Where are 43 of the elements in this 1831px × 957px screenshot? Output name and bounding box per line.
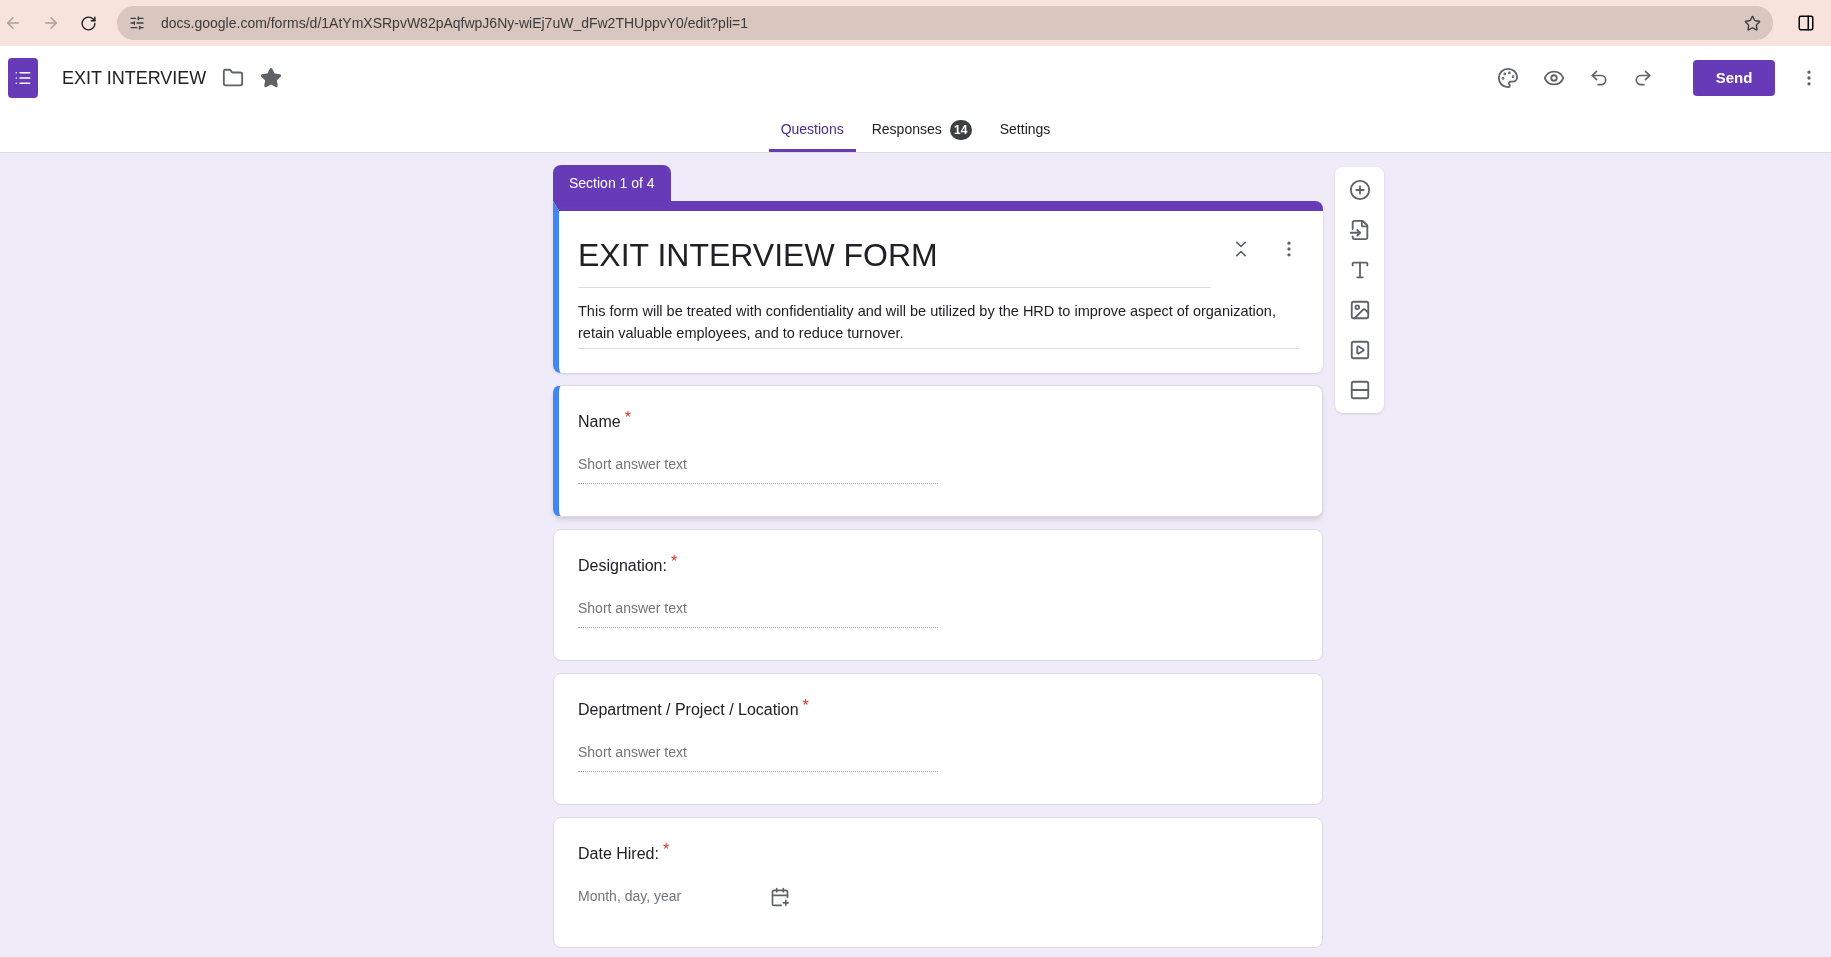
question-card[interactable]: Name * Short answer text [553,385,1323,517]
tab[interactable]: Questions [768,110,856,152]
form-description[interactable]: This form will be treated with confidentiality and will be utilized by the HRD to improve aspect of organization, retain valuable employees, and to reduce turnover. [578,300,1299,349]
send-button[interactable]: Send [1693,60,1775,96]
form-header-card[interactable]: EXIT INTERVIEW FORM This form will be treated with confidentiality and will be utilized by the HRD to improve aspect of organization, retain valuable employees, and to reduce turnover. [553,201,1323,373]
question-card[interactable]: Department / Project / Location * Short answer text [553,673,1323,805]
folder-icon[interactable] [222,67,245,89]
short-answer-field[interactable]: Short answer text [578,454,938,484]
address-bar[interactable]: docs.google.com/forms/d/1AtYmXSRpvW82pAqfwpJ6Ny-wiEj7uW_dFw2THUppvY0/edit?pli=1 [117,6,1773,40]
date-field[interactable]: Month, day, year [578,886,738,915]
form-title[interactable]: EXIT INTERVIEW FORM [578,231,1211,288]
site-settings-icon[interactable] [129,15,145,31]
add-video-icon[interactable] [1348,339,1371,361]
import-questions-icon[interactable] [1348,219,1371,241]
question-label: Department / Project / Location [578,700,799,720]
bookmark-star-icon[interactable] [1744,14,1761,32]
calendar-icon[interactable] [770,886,790,907]
required-asterisk: * [670,554,678,570]
reload-icon[interactable] [80,14,97,32]
palette-icon[interactable] [1497,67,1519,89]
question-card[interactable]: Date Hired: * Month, day, year [553,817,1323,948]
tab[interactable]: Responses 14 [859,110,984,152]
add-question-icon[interactable] [1348,179,1371,201]
required-asterisk: * [662,842,670,858]
count-badge: 14 [949,119,972,140]
add-section-icon[interactable] [1348,379,1371,401]
star-icon[interactable] [260,67,283,89]
undo-icon[interactable] [1589,68,1609,88]
question-label: Date Hired: [578,844,659,864]
question-card[interactable]: Designation: * Short answer text [553,529,1323,661]
url-text: docs.google.com/forms/d/1AtYmXSRpvW82pAqfwpJ6Ny-wiEj7uW_dFw2THUppvY0/edit?pli=1 [161,13,749,33]
short-answer-field[interactable]: Short answer text [578,742,938,772]
short-answer-field[interactable]: Short answer text [578,598,938,628]
required-asterisk: * [802,698,809,714]
required-asterisk: * [624,410,631,426]
redo-icon[interactable] [1633,68,1653,88]
question-label: Name [578,412,621,432]
document-title[interactable]: EXIT INTERVIEW [62,64,207,92]
question-label: Designation: [578,556,667,576]
forms-logo-icon [8,58,38,98]
side-panel-icon[interactable] [1797,14,1815,32]
add-image-icon[interactable] [1348,299,1371,321]
tab[interactable]: Settings [987,110,1063,152]
